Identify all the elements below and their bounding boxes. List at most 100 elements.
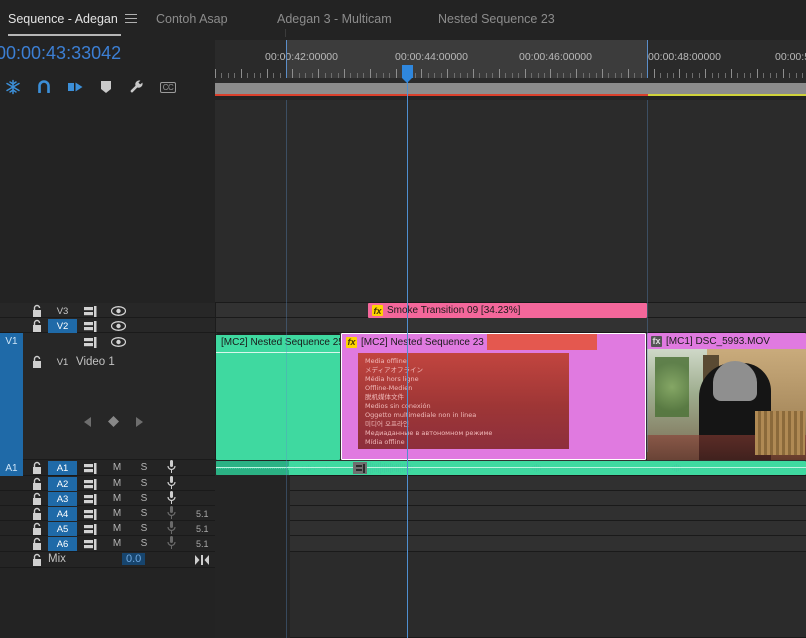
next-keyframe-icon[interactable] xyxy=(135,416,144,427)
voice-record-icon[interactable] xyxy=(163,536,179,550)
track-lane-a4[interactable] xyxy=(215,506,806,521)
track-header-a6[interactable]: A6 M S 5.1 xyxy=(0,536,215,552)
solo-button-a1[interactable]: S xyxy=(138,462,150,473)
voice-record-icon[interactable] xyxy=(163,521,179,535)
lock-icon[interactable] xyxy=(30,553,44,567)
target-track-icon[interactable] xyxy=(83,477,99,491)
solo-button-a6[interactable]: S xyxy=(138,538,150,549)
mute-button-a4[interactable]: M xyxy=(111,508,123,519)
target-track-icon[interactable] xyxy=(83,522,99,536)
target-track-icon[interactable] xyxy=(83,492,99,506)
track-visibility-icon[interactable] xyxy=(110,304,126,318)
tab-sequence-adegan[interactable]: Sequence - Adegan xyxy=(8,0,137,37)
source-patch-a1[interactable]: A1 xyxy=(0,460,23,476)
track-name-a2[interactable]: A2 xyxy=(48,477,77,491)
lock-icon[interactable] xyxy=(30,304,44,318)
lock-icon[interactable] xyxy=(30,507,44,521)
mute-button-a6[interactable]: M xyxy=(111,538,123,549)
track-name-v2[interactable]: V2 xyxy=(48,319,77,333)
current-timecode[interactable]: 00:00:43:33042 xyxy=(0,43,121,64)
clip-nested-sequence-25[interactable]: [MC2] Nested Sequence 25 xyxy=(216,333,340,460)
track-header-a4[interactable]: A4 M S 5.1 xyxy=(0,506,215,521)
previous-keyframe-icon[interactable] xyxy=(83,416,92,427)
playhead-handle[interactable] xyxy=(402,65,413,83)
track-header-a1[interactable]: A1 A1 M S xyxy=(0,460,215,476)
tab-contoh-asap[interactable]: Contoh Asap xyxy=(156,0,235,37)
add-keyframe-icon[interactable] xyxy=(108,416,119,427)
track-lane-a6[interactable] xyxy=(215,536,806,552)
captions-button[interactable]: CC xyxy=(155,74,181,100)
voice-record-icon[interactable] xyxy=(163,476,179,490)
clip-nested-sequence-23[interactable]: fx [MC2] Nested Sequence 23 Media offlin… xyxy=(341,333,646,460)
target-track-icon[interactable] xyxy=(83,507,99,521)
track-header-v1[interactable]: V1 V1 Video 1 xyxy=(0,333,215,460)
target-track-icon[interactable] xyxy=(83,304,99,318)
track-header-v2[interactable]: V2 xyxy=(0,318,215,333)
mute-button-a2[interactable]: M xyxy=(111,478,123,489)
ruler-tick xyxy=(447,69,449,78)
track-lane-a5[interactable] xyxy=(215,521,806,536)
track-name-a1[interactable]: A1 xyxy=(48,461,77,475)
lock-icon[interactable] xyxy=(30,319,44,333)
work-area-bar[interactable] xyxy=(215,83,806,94)
lock-icon[interactable] xyxy=(30,477,44,491)
snap-button[interactable] xyxy=(31,74,57,100)
voice-record-icon[interactable] xyxy=(163,491,179,505)
lock-icon[interactable] xyxy=(30,492,44,506)
track-visibility-icon[interactable] xyxy=(110,319,126,333)
track-lane-empty-top[interactable] xyxy=(215,100,806,303)
tab-nested-sequence-23[interactable]: Nested Sequence 23 xyxy=(438,0,562,37)
lock-icon[interactable] xyxy=(30,522,44,536)
track-header-a3[interactable]: A3 M S xyxy=(0,491,215,506)
timeline-settings-button[interactable] xyxy=(124,74,150,100)
mute-button-a3[interactable]: M xyxy=(111,493,123,504)
track-header-v3[interactable]: V3 xyxy=(0,303,215,318)
linked-selection-button[interactable] xyxy=(62,74,88,100)
track-name-a5[interactable]: A5 xyxy=(48,522,77,536)
track-name-a6[interactable]: A6 xyxy=(48,537,77,551)
clip-dsc-5993[interactable]: fx [MC1] DSC_5993.MOV xyxy=(647,333,806,460)
track-header-a5[interactable]: A5 M S 5.1 xyxy=(0,521,215,536)
pan-icon[interactable] xyxy=(195,555,209,565)
time-ruler[interactable]: 00:00:42:00000 00:00:44:00000 00:00:46:0… xyxy=(215,40,806,78)
add-marker-button[interactable] xyxy=(93,74,119,100)
track-header-a2[interactable]: A2 M S xyxy=(0,476,215,491)
track-lane-a3[interactable] xyxy=(215,491,806,506)
mute-button-a5[interactable]: M xyxy=(111,523,123,534)
clip-audio-a1[interactable] xyxy=(216,461,806,475)
clip-smoke-transition[interactable]: fx Smoke Transition 09 [34.23%] xyxy=(368,303,647,318)
target-track-icon[interactable] xyxy=(83,537,99,551)
voice-record-icon[interactable] xyxy=(163,460,179,474)
track-name-a4[interactable]: A4 xyxy=(48,507,77,521)
target-track-icon[interactable] xyxy=(83,335,99,349)
playhead-line[interactable] xyxy=(407,100,408,638)
source-patch-v1[interactable]: V1 xyxy=(0,333,23,460)
mute-button-a1[interactable]: M xyxy=(111,462,123,473)
track-header-mix[interactable]: Mix 0.0 xyxy=(0,552,215,568)
solo-button-a3[interactable]: S xyxy=(138,493,150,504)
track-name-a3[interactable]: A3 xyxy=(48,492,77,506)
solo-button-a2[interactable]: S xyxy=(138,478,150,489)
track-visibility-icon[interactable] xyxy=(110,335,126,349)
track-name-v1[interactable]: V1 xyxy=(48,355,77,369)
lock-icon[interactable] xyxy=(30,461,44,475)
track-name-v3[interactable]: V3 xyxy=(48,304,77,318)
lock-icon[interactable] xyxy=(30,355,44,369)
tab-label: Sequence - Adegan xyxy=(8,11,118,26)
tracks-canvas[interactable]: fx Smoke Transition 09 [34.23%] [MC2] Ne… xyxy=(215,100,806,638)
solo-button-a5[interactable]: S xyxy=(138,523,150,534)
media-offline-line: Медиаданные в автономном режиме xyxy=(365,429,493,437)
tab-menu-icon[interactable] xyxy=(124,14,137,23)
lock-icon[interactable] xyxy=(30,537,44,551)
freeze-frame-button[interactable] xyxy=(0,74,26,100)
track-lane-v2[interactable] xyxy=(215,318,806,333)
marker-icon xyxy=(101,81,111,93)
tab-adegan-3-multicam[interactable]: Adegan 3 - Multicam xyxy=(277,0,399,37)
mix-level-value[interactable]: 0.0 xyxy=(122,553,146,565)
track-lane-empty-bottom[interactable] xyxy=(215,552,806,638)
track-lane-a2[interactable] xyxy=(215,476,806,491)
target-track-icon[interactable] xyxy=(83,319,99,333)
voice-record-icon[interactable] xyxy=(163,506,179,520)
solo-button-a4[interactable]: S xyxy=(138,508,150,519)
target-track-icon[interactable] xyxy=(83,461,99,475)
